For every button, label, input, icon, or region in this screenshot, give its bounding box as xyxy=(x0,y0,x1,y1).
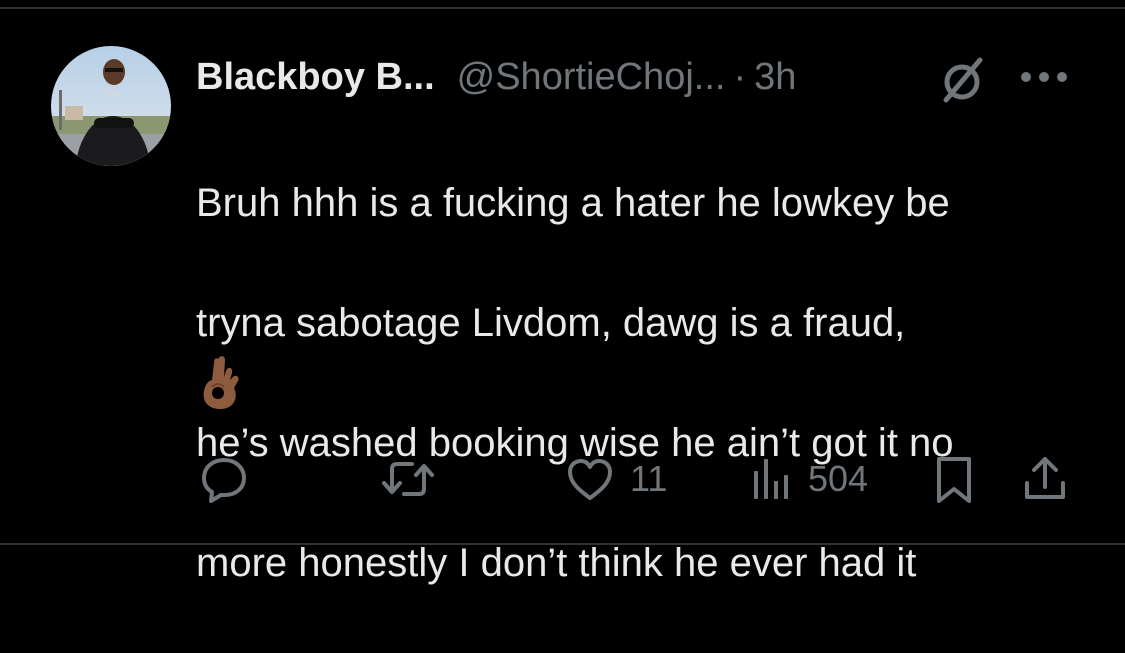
action-bar: 11 504 xyxy=(0,449,1125,509)
ok-hand-emoji xyxy=(198,353,246,413)
grok-icon[interactable] xyxy=(934,52,990,108)
views-icon xyxy=(748,451,796,507)
display-name[interactable]: Blackboy B... xyxy=(196,56,435,99)
share-icon xyxy=(1017,451,1073,507)
share-button[interactable] xyxy=(1017,449,1073,509)
more-icon[interactable] xyxy=(1018,67,1070,87)
reply-icon xyxy=(196,451,252,507)
separator-dot: · xyxy=(733,55,747,98)
bottom-divider xyxy=(0,543,1125,545)
tweet-text-line: Bruh hhh is a fucking a hater he lowkey … xyxy=(196,181,950,225)
retweet-icon xyxy=(378,451,438,507)
profile-photo-icon xyxy=(51,46,171,166)
tweet-text-line: tryna sabotage Livdom, dawg is a fraud, xyxy=(196,301,906,345)
like-count: 11 xyxy=(630,458,668,499)
tweet-text-line: more honestly I don’t think he ever had … xyxy=(196,541,917,585)
bookmark-button[interactable] xyxy=(928,449,980,509)
handle[interactable]: @ShortieChoj... xyxy=(457,56,726,99)
retweet-button[interactable] xyxy=(378,449,450,509)
views-button[interactable]: 504 xyxy=(748,449,868,509)
bookmark-icon xyxy=(928,451,980,507)
like-button[interactable]: 11 xyxy=(562,449,667,509)
views-count: 504 xyxy=(808,458,869,499)
avatar[interactable] xyxy=(51,46,171,166)
reply-button[interactable] xyxy=(196,449,264,509)
tweet-header: Blackboy B... @ShortieChoj... · 3h xyxy=(196,49,796,105)
timestamp[interactable]: 3h xyxy=(754,56,796,99)
heart-icon xyxy=(562,451,618,507)
tweet[interactable]: Blackboy B... @ShortieChoj... · 3h Bruh … xyxy=(0,9,1125,585)
tweet-text: Bruh hhh is a fucking a hater he lowkey … xyxy=(196,113,1096,653)
